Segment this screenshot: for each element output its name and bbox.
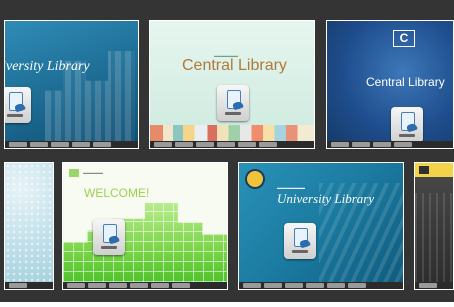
kiosk-icon [284,223,316,259]
seal-icon [245,169,265,189]
kiosk-icon [391,107,423,143]
logo-icon [419,166,429,174]
bubble-texture [5,163,53,289]
kiosk-icon [5,87,31,123]
thumbnail-dark-building[interactable] [414,162,454,290]
thumbnail-water[interactable] [4,162,54,290]
pixel-mosaic [63,203,227,282]
footer-bar [239,282,403,289]
thumbnail-subtitle: ▬▬▬▬▬▬▬ [277,185,305,190]
thumbnail-title: University Library [5,59,90,74]
building-lines [415,193,453,282]
thumbnail-gallery: University Library ▬▬▬▬▬▬ Central Librar… [0,0,454,302]
thumbnail-university-library-2[interactable]: ▬▬▬▬▬▬▬ University Library [238,162,404,290]
c-badge-icon: C [393,30,415,47]
kiosk-icon [93,219,125,255]
footer-bar [5,141,138,148]
footer-bar [415,282,453,289]
thumbnail-central-library-2[interactable]: C Central Library [326,20,454,149]
kiosk-icon [217,85,249,121]
thumbnail-title: Central Library [182,57,287,74]
thumbnail-central-library-1[interactable]: ▬▬▬▬▬▬ Central Library [149,20,315,149]
thumbnail-title: University Library [277,191,375,206]
thumbnail-welcome[interactable]: ▬▬▬▬▬ WELCOME! [62,162,228,290]
footer-bar [150,141,314,148]
bottom-strip [0,302,454,307]
footer-bar [327,141,453,148]
thumbnail-title: WELCOME! [84,186,150,200]
thumbnail-title: Central Library [366,75,445,89]
thumbnail-university-library-1[interactable]: University Library [4,20,139,149]
footer-bar [63,282,227,289]
footer-bar [5,282,53,289]
logo-icon [69,169,79,177]
header-text: ▬▬▬▬▬ [83,170,103,175]
